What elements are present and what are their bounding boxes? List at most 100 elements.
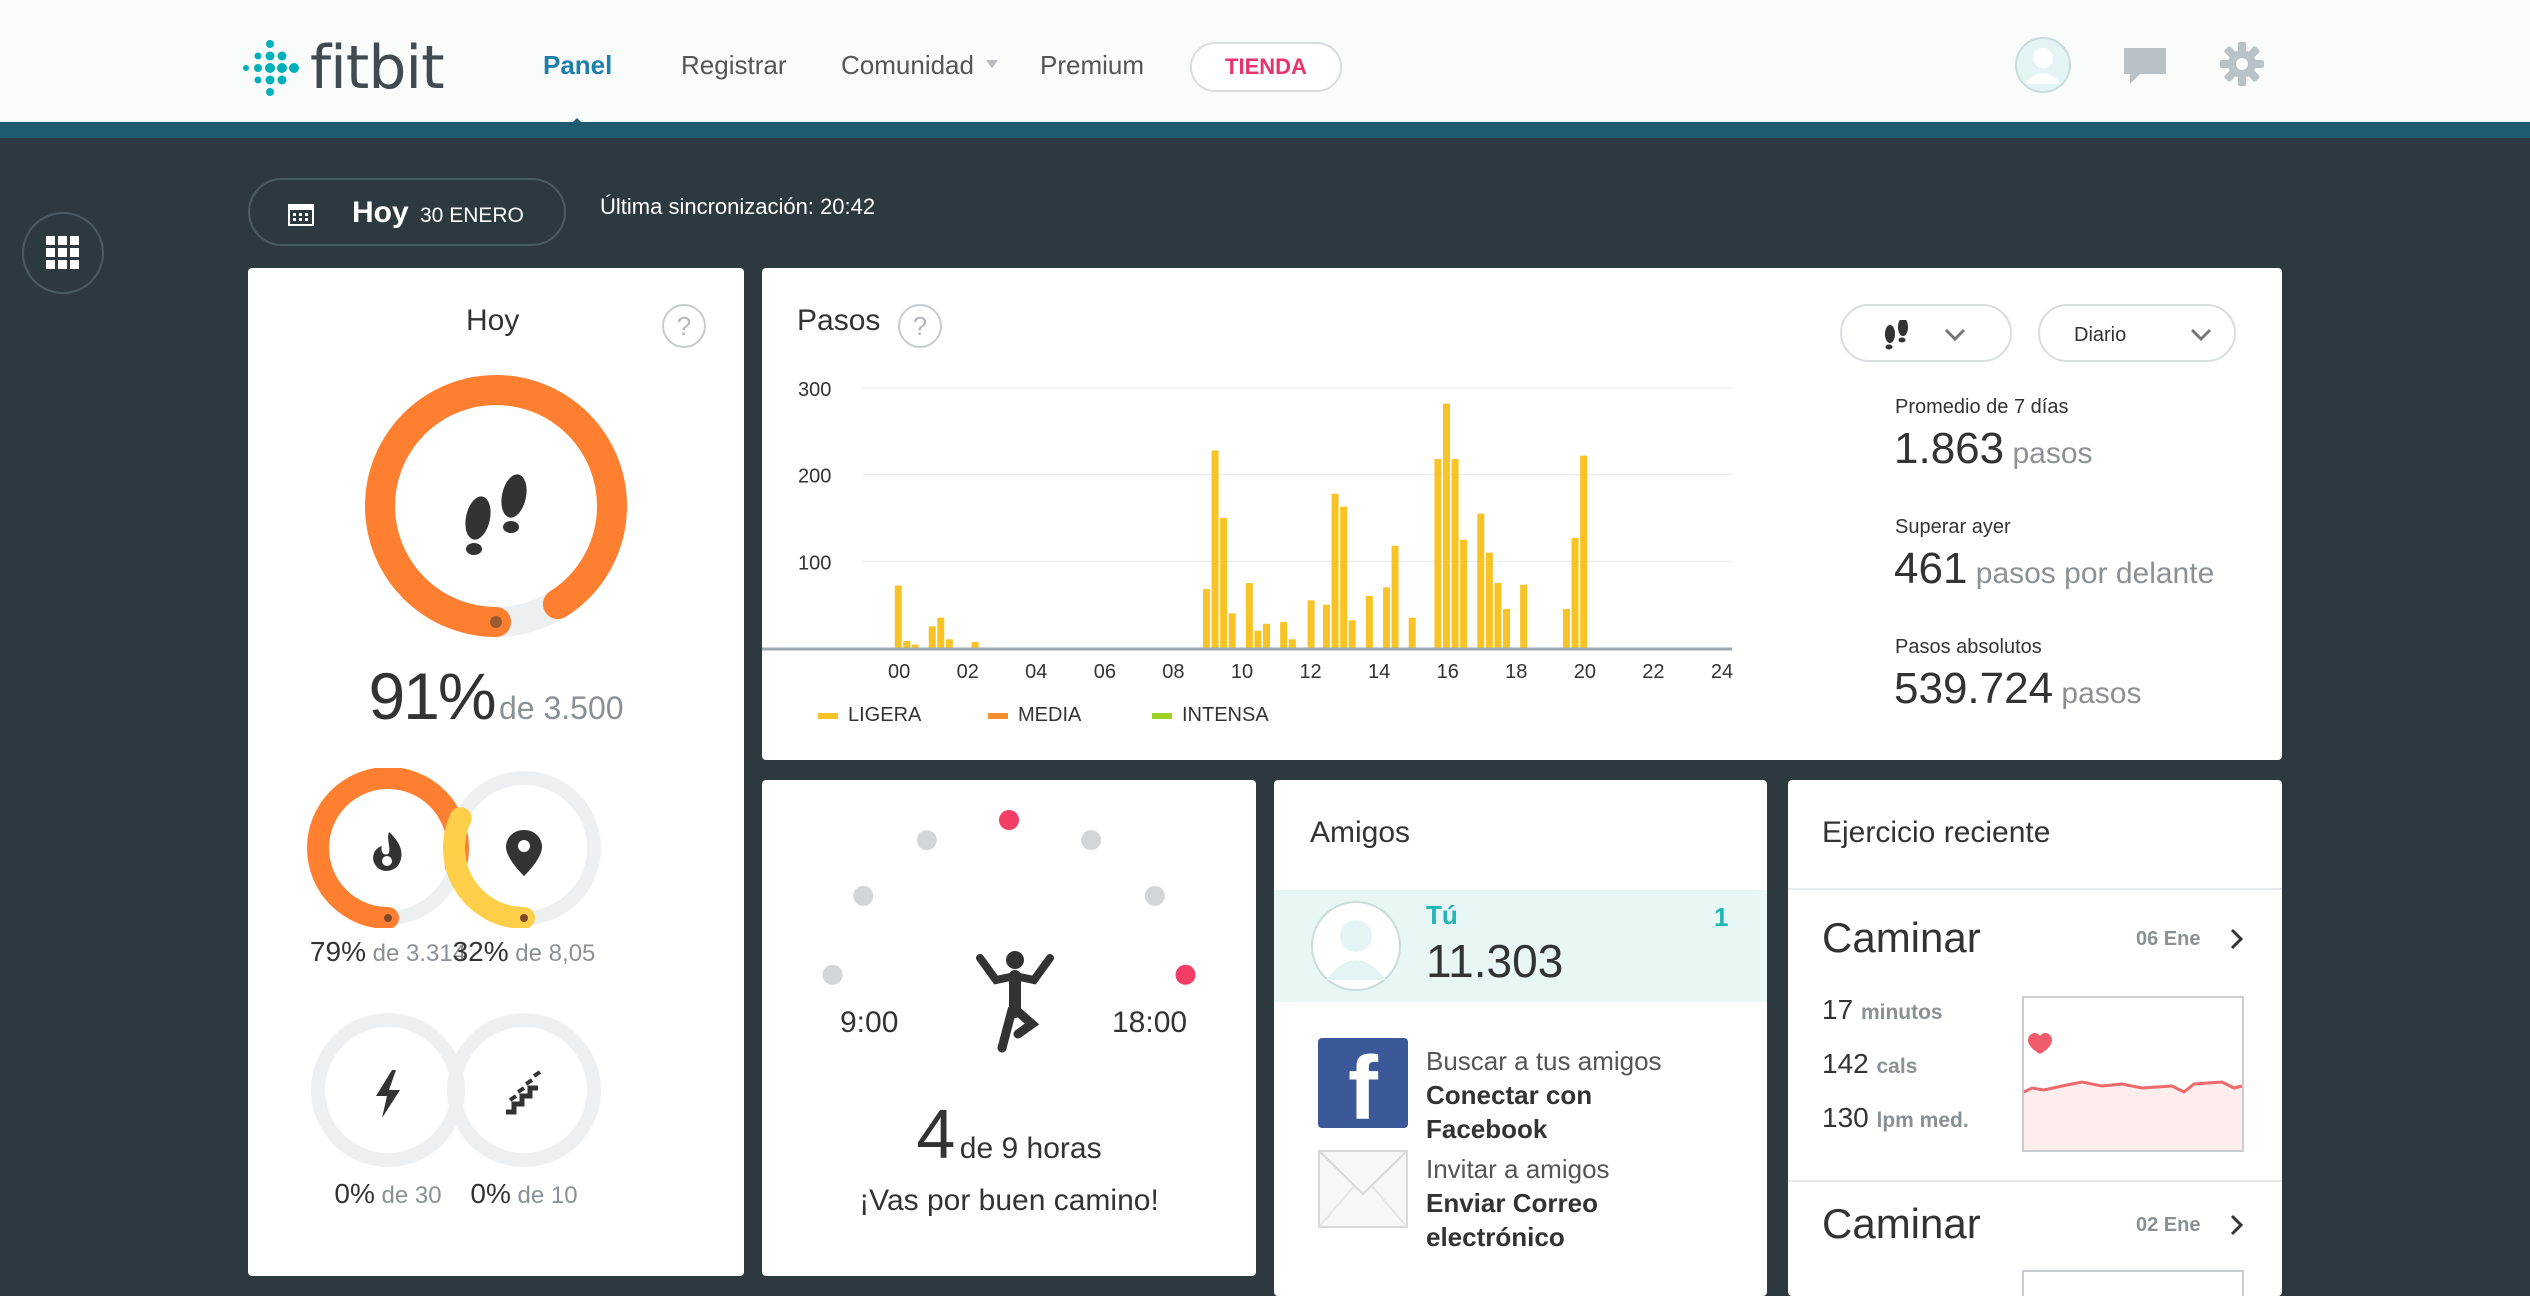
facebook-icon[interactable]: f (1318, 1038, 1408, 1134)
heart-rate-chart[interactable] (2022, 996, 2244, 1152)
steps-card: Pasos ? 100 200 300 00 02 04 06 08 10 12 14 16 18 20 2… (762, 268, 2282, 760)
footsteps-icon (465, 474, 527, 555)
hour-dot-unmet (1144, 885, 1165, 906)
exercise-date: 06 Ene (2136, 928, 2201, 950)
chevron-down-icon[interactable] (986, 60, 998, 68)
exercise-name: Caminar (1822, 914, 1981, 961)
bar (1203, 589, 1210, 648)
location-pin-icon (506, 830, 542, 876)
help-icon[interactable]: ? (662, 304, 706, 348)
bar (971, 641, 979, 648)
nav-comunidad[interactable]: Comunidad (841, 48, 974, 82)
friend-row-me[interactable]: Tú 11.303 1 (1274, 890, 1767, 1002)
avatar-icon[interactable] (2014, 36, 2072, 99)
active-hours-count: 4 (916, 1095, 956, 1173)
footsteps-icon (1885, 320, 1908, 350)
x-tick-label: 18 (1505, 661, 1527, 683)
bar (1485, 552, 1493, 648)
progress-ring (447, 1013, 601, 1167)
steps-chart[interactable]: 100 200 300 00 02 04 06 08 10 12 14 16 18 20 22 24 (762, 268, 1762, 760)
nav-panel[interactable]: Panel (543, 48, 612, 82)
bar (894, 585, 902, 648)
stat-label: Superar ayer (1895, 516, 2011, 538)
bar (1460, 539, 1468, 648)
connect-facebook-label: Conectar con (1426, 1080, 1593, 1110)
progress-ring (443, 767, 605, 929)
steps-progress-ring[interactable] (364, 374, 628, 638)
active-hours-summary: 4 de 9 horas (762, 1094, 1256, 1174)
bar (1307, 600, 1315, 648)
x-tick-label: 00 (888, 661, 910, 683)
period-select[interactable]: Diario (2038, 304, 2236, 362)
envelope-icon[interactable] (1318, 1150, 1408, 1228)
hour-dot-met (1175, 964, 1196, 985)
bar (1520, 584, 1528, 648)
bar (945, 639, 953, 648)
legend-item: INTENSA (1152, 704, 1269, 727)
today-card: Hoy ? 91% de 3.500 79% de 3.314 32% de 8,… (248, 268, 744, 1276)
active-hours-suffix: de 9 horas (959, 1132, 1102, 1165)
bar (903, 641, 911, 648)
bar (1254, 630, 1262, 648)
active-person-icon (976, 951, 1054, 1053)
bar (1288, 639, 1296, 648)
steps-summary: 91% de 3.500 (248, 658, 744, 734)
chevron-right-icon (2230, 1214, 2244, 1236)
messages-icon[interactable] (2122, 46, 2168, 91)
stat-location-pin[interactable]: 32% de 8,05 (414, 767, 634, 967)
stat-value: 32% de 8,05 (452, 936, 596, 967)
active-end-time: 18:00 (1112, 1006, 1188, 1039)
date-day-label: 30 ENERO (420, 204, 524, 227)
bar (1503, 609, 1510, 648)
activity-type-select[interactable] (1840, 304, 2012, 362)
gear-icon[interactable] (2220, 42, 2264, 91)
connect-facebook-link[interactable]: Buscar a tus amigos Conectar con Faceboo… (1426, 1044, 1662, 1146)
x-tick-label: 14 (1368, 661, 1390, 683)
y-tick-label: 100 (798, 552, 831, 574)
bar (928, 626, 936, 648)
y-tick-label: 300 (798, 379, 831, 401)
stat-value: 0% de 10 (470, 1178, 578, 1209)
date-picker-button[interactable]: Hoy 30 ENERO (248, 178, 566, 246)
bar (1331, 493, 1339, 648)
top-navigation-bar: fitbit Panel Registrar Comunidad Premium… (0, 0, 2530, 138)
bar (937, 617, 945, 648)
encouragement-message: ¡Vas por buen camino! (859, 1184, 1159, 1217)
email-label: electrónico (1426, 1222, 1565, 1252)
bar (1348, 620, 1356, 648)
stat-value: 1.863 pasos (1894, 424, 2093, 473)
fitbit-dots-icon (243, 40, 299, 96)
exercise-heart-rate: 130 lpm med. (1822, 1102, 1969, 1133)
apps-grid-button[interactable] (22, 212, 104, 294)
send-email-label: Enviar Correo (1426, 1188, 1598, 1218)
chevron-right-icon (2230, 928, 2244, 950)
x-tick-label: 08 (1162, 661, 1184, 683)
stat-stairs[interactable]: 0% de 10 (414, 1010, 634, 1209)
chevron-down-icon (1944, 328, 1966, 342)
chevron-down-icon (2190, 328, 2212, 342)
nav-registrar[interactable]: Registrar (681, 48, 786, 82)
heart-rate-chart[interactable] (2022, 1270, 2244, 1296)
shop-button[interactable]: TIENDA (1190, 42, 1342, 92)
x-tick-label: 12 (1299, 661, 1321, 683)
recent-exercise-card: Ejercicio reciente Caminar 06 Ene 17 min… (1788, 780, 2282, 1296)
x-tick-label: 02 (957, 661, 979, 683)
friend-rank: 1 (1714, 902, 1729, 932)
y-tick-label: 200 (798, 466, 831, 488)
bar (1340, 506, 1348, 648)
period-select-value: Diario (2074, 324, 2127, 346)
bar (1323, 604, 1330, 648)
x-tick-label: 10 (1231, 661, 1253, 683)
nav-active-pointer (557, 118, 597, 138)
fitbit-logo[interactable]: fitbit (240, 36, 445, 100)
stat-value: 461 pasos por delante (1894, 544, 2215, 593)
bar (1408, 617, 1416, 648)
bar (1211, 450, 1219, 648)
nav-premium[interactable]: Premium (1040, 48, 1144, 82)
hour-dot-unmet (822, 964, 843, 985)
bar (911, 644, 919, 648)
bar (1391, 545, 1399, 648)
exercise-entry[interactable]: Caminar 06 Ene 17 minutos 142 cals 130 l… (1788, 890, 2282, 1160)
exercise-entry[interactable]: Caminar 02 Ene (1788, 1182, 2282, 1296)
invite-email-link[interactable]: Invitar a amigos Enviar Correo electróni… (1426, 1152, 1610, 1254)
